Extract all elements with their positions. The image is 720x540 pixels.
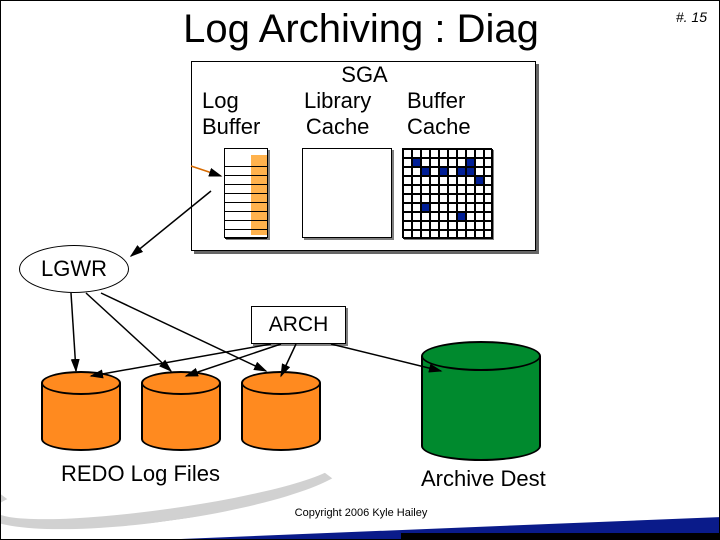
lgwr-process: LGWR (19, 245, 129, 293)
footer-wedge (1, 509, 720, 539)
log-buffer-label: LogBuffer (202, 88, 260, 140)
arch-label: ARCH (269, 313, 329, 337)
slide-title: Log Archiving : Diag (1, 7, 720, 52)
arch-process: ARCH (251, 306, 346, 344)
archive-dest-cylinder (421, 341, 541, 461)
slide: #. 15 Log Archiving : Diag SGA LogBuffer… (0, 0, 720, 540)
redo-cylinder-2 (141, 371, 221, 451)
lgwr-label: LGWR (41, 256, 107, 282)
archive-dest-label: Archive Dest (421, 466, 546, 492)
redo-cylinder-1 (41, 371, 121, 451)
sga-container: SGA LogBuffer LibraryCache BufferCache (191, 61, 536, 251)
log-buffer-box (224, 148, 268, 238)
library-cache-label: LibraryCache (304, 88, 371, 140)
redo-cylinder-3 (241, 371, 321, 451)
buffer-cache-label: BufferCache (407, 88, 471, 140)
buffer-cache-grid (402, 148, 492, 238)
sga-title: SGA (192, 62, 537, 88)
library-cache-box (302, 148, 392, 238)
